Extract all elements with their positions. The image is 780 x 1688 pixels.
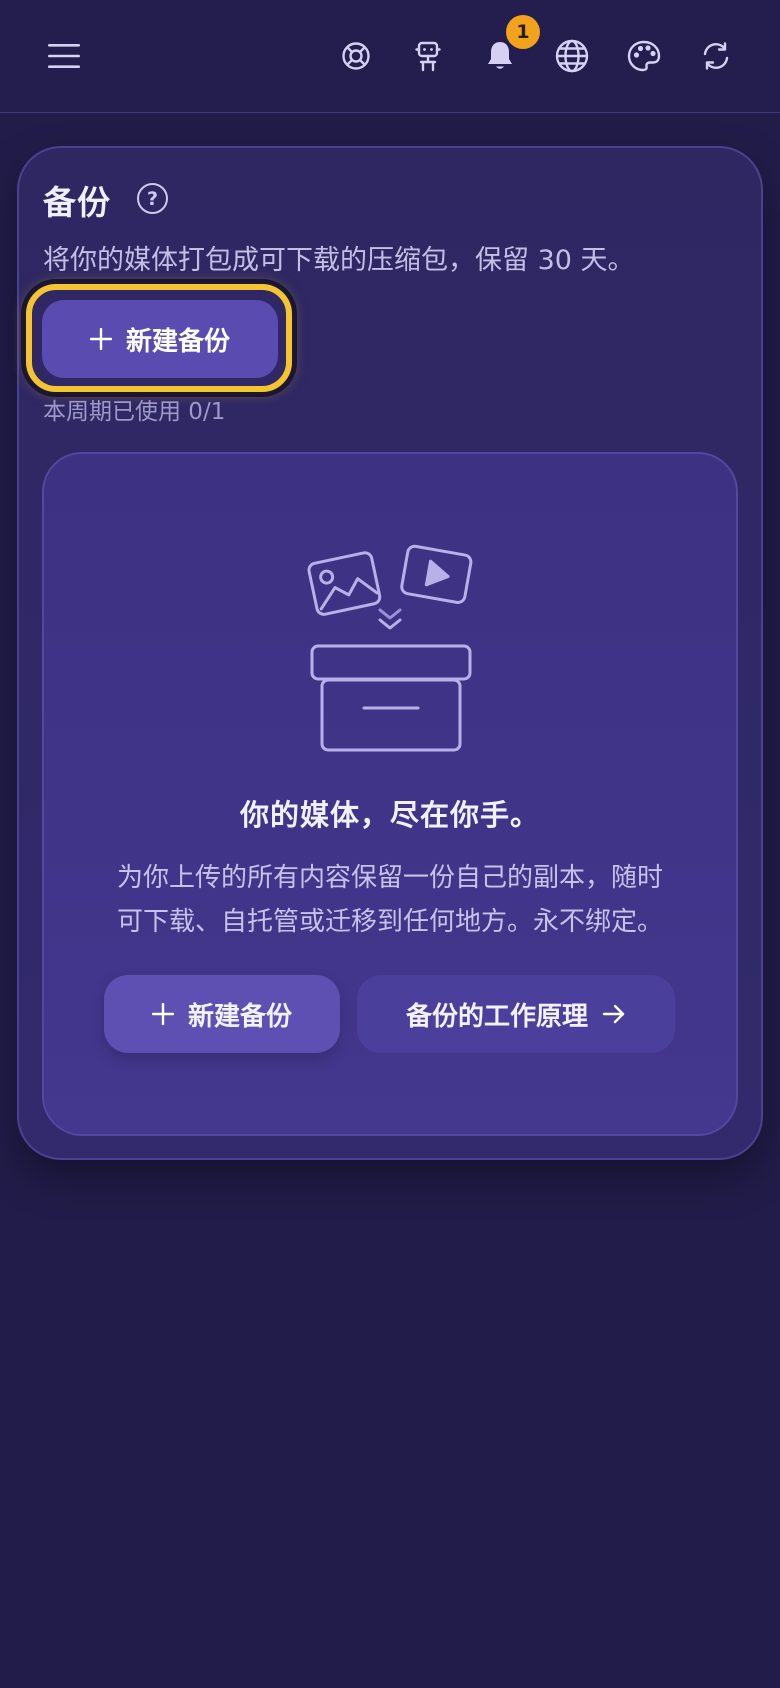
archive-media-illustration [307,544,473,752]
empty-state-title: 你的媒体，尽在你手。 [239,798,540,832]
plus-icon [89,328,112,350]
arrow-right-icon [602,1004,625,1024]
robot-icon[interactable] [400,28,456,84]
empty-state-new-backup-label: 新建备份 [187,1001,292,1032]
notification-badge: 1 [506,15,540,49]
new-backup-button[interactable]: 新建备份 [42,300,278,378]
new-backup-label: 新建备份 [125,326,230,357]
empty-state-description: 为你上传的所有内容保留一份自己的副本，随时 可下载、自托管或迁移到任何地方。永不… [0,856,780,944]
lifebuoy-icon[interactable] [328,28,384,84]
how-backups-work-label: 备份的工作原理 [405,1001,588,1032]
refresh-icon[interactable] [688,28,744,84]
menu-icon[interactable] [36,28,92,84]
how-backups-work-button[interactable]: 备份的工作原理 [357,975,675,1053]
globe-icon[interactable] [544,28,600,84]
palette-icon[interactable] [616,28,672,84]
plus-icon [151,1003,174,1025]
page-title: 备份 [43,183,111,222]
empty-state-description-line2: 可下载、自托管或迁移到任何地方。永不绑定。 [116,907,663,937]
backup-description: 将你的媒体打包成可下载的压缩包，保留 30 天。 [43,245,635,276]
empty-state-new-backup-button[interactable]: 新建备份 [104,975,340,1053]
help-icon[interactable]: ? [137,183,168,214]
top-bar: 1 [0,0,780,113]
usage-counter: 本周期已使用 0/1 [43,399,226,425]
empty-state-description-line1: 为你上传的所有内容保留一份自己的副本，随时 [116,863,663,893]
